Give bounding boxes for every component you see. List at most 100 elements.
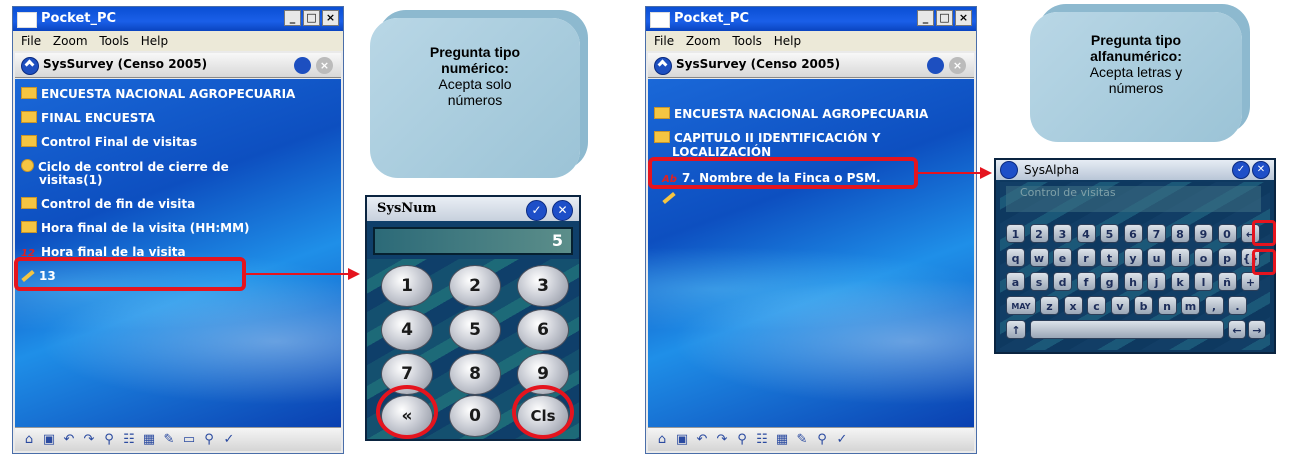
check-icon[interactable]: ✓: [221, 432, 237, 448]
key-row4-6[interactable]: n: [1157, 296, 1177, 315]
undo-icon[interactable]: ↶: [694, 432, 710, 448]
close-app-button[interactable]: ×: [316, 57, 333, 74]
key-row1-6[interactable]: 7: [1147, 224, 1166, 243]
check-icon[interactable]: ✓: [834, 432, 850, 448]
key-6[interactable]: 6: [517, 309, 569, 351]
hierarchy-icon[interactable]: ☷: [754, 432, 770, 448]
key-row3-4[interactable]: g: [1100, 272, 1119, 291]
text-input-field[interactable]: Control de visitas: [1006, 186, 1261, 212]
search-icon[interactable]: ⚲: [814, 432, 830, 448]
tree-item[interactable]: Control Final de visitas: [21, 135, 197, 149]
key-row3-9[interactable]: ñ: [1217, 272, 1237, 291]
ok-button[interactable]: [927, 57, 944, 74]
key-4[interactable]: 4: [381, 309, 433, 351]
key-row2-8[interactable]: o: [1194, 248, 1213, 267]
redo-icon[interactable]: ↷: [714, 432, 730, 448]
key-row4-3[interactable]: c: [1087, 296, 1106, 315]
cancel-button[interactable]: ✕: [1252, 161, 1270, 179]
tree-item[interactable]: Ciclo de control de cierre de: [21, 159, 229, 174]
key-row2-1[interactable]: w: [1029, 248, 1049, 267]
key-row2-6[interactable]: u: [1147, 248, 1166, 267]
menu-help[interactable]: Help: [141, 34, 168, 48]
tree-item[interactable]: FINAL ENCUESTA: [21, 111, 155, 125]
key-row3-5[interactable]: h: [1123, 272, 1143, 291]
tree-item[interactable]: Control de fin de visita: [21, 197, 195, 211]
key-row2-0[interactable]: q: [1006, 248, 1025, 267]
key-row2-5[interactable]: y: [1123, 248, 1143, 267]
key-row2-3[interactable]: r: [1076, 248, 1096, 267]
grid-icon[interactable]: ▦: [774, 432, 790, 448]
key-row2-2[interactable]: e: [1053, 248, 1072, 267]
tree-item[interactable]: ENCUESTA NACIONAL AGROPECUARIA: [654, 107, 928, 121]
folder-open-icon[interactable]: ▭: [181, 432, 197, 448]
edit-icon[interactable]: ✎: [161, 432, 177, 448]
key-row3-2[interactable]: d: [1053, 272, 1072, 291]
redo-icon[interactable]: ↷: [81, 432, 97, 448]
key-row4-1[interactable]: z: [1040, 296, 1059, 315]
key-row2-9[interactable]: p: [1217, 248, 1237, 267]
key-row5-3[interactable]: →: [1248, 320, 1266, 339]
edit-icon[interactable]: ✎: [794, 432, 810, 448]
key-row4-5[interactable]: b: [1134, 296, 1153, 315]
menu-file[interactable]: File: [21, 34, 41, 48]
menu-tools[interactable]: Tools: [732, 34, 762, 48]
menu-help[interactable]: Help: [774, 34, 801, 48]
key-row4-9[interactable]: .: [1228, 296, 1247, 315]
tree-item[interactable]: ENCUESTA NACIONAL AGROPECUARIA: [21, 87, 295, 101]
tree-icon[interactable]: ⚲: [101, 432, 117, 448]
menu-tools[interactable]: Tools: [99, 34, 129, 48]
save-icon[interactable]: ▣: [41, 432, 57, 448]
close-app-button[interactable]: ×: [949, 57, 966, 74]
key-row2-4[interactable]: t: [1100, 248, 1119, 267]
key-row4-8[interactable]: ,: [1204, 296, 1224, 315]
key-row1-9[interactable]: 0: [1217, 224, 1237, 243]
tree-item[interactable]: Hora final de la visita (HH:MM): [21, 221, 250, 235]
key-space[interactable]: [1030, 320, 1224, 339]
menu-zoom[interactable]: Zoom: [686, 34, 721, 48]
hierarchy-icon[interactable]: ☷: [121, 432, 137, 448]
home-icon[interactable]: ⌂: [654, 432, 670, 448]
tree-icon[interactable]: ⚲: [734, 432, 750, 448]
maximize-button[interactable]: □: [936, 10, 953, 26]
start-icon[interactable]: [654, 57, 672, 75]
tree-item[interactable]: CAPITULO II IDENTIFICACIÓN Y: [654, 131, 880, 145]
key-row2-7[interactable]: i: [1170, 248, 1190, 267]
accept-button[interactable]: ✓: [526, 200, 547, 221]
maximize-button[interactable]: □: [303, 10, 320, 26]
key-row3-7[interactable]: k: [1170, 272, 1190, 291]
start-icon[interactable]: [21, 57, 39, 75]
minimize-button[interactable]: _: [284, 10, 301, 26]
key-5[interactable]: 5: [449, 309, 501, 351]
key-row4-7[interactable]: m: [1181, 296, 1200, 315]
key-row3-0[interactable]: a: [1006, 272, 1025, 291]
key-2[interactable]: 2: [449, 265, 501, 307]
key-row4-2[interactable]: x: [1063, 296, 1083, 315]
minimize-button[interactable]: _: [917, 10, 934, 26]
key-row1-2[interactable]: 3: [1053, 224, 1072, 243]
key-row1-0[interactable]: 1: [1006, 224, 1025, 243]
key-3[interactable]: 3: [517, 265, 569, 307]
ok-button[interactable]: [294, 57, 311, 74]
key-row1-1[interactable]: 2: [1029, 224, 1049, 243]
key-row5-2[interactable]: ←: [1228, 320, 1246, 339]
key-8[interactable]: 8: [449, 353, 501, 395]
key-0[interactable]: 0: [449, 395, 501, 437]
key-row4-0[interactable]: MAY: [1006, 296, 1036, 315]
key-row3-8[interactable]: l: [1194, 272, 1213, 291]
key-row3-3[interactable]: f: [1076, 272, 1096, 291]
key-row5-0[interactable]: ↑: [1006, 320, 1026, 339]
key-row3-6[interactable]: j: [1147, 272, 1166, 291]
key-row1-8[interactable]: 9: [1194, 224, 1213, 243]
close-button[interactable]: ×: [955, 10, 972, 26]
key-row4-4[interactable]: v: [1110, 296, 1130, 315]
cancel-button[interactable]: ✕: [552, 200, 573, 221]
key-row1-4[interactable]: 5: [1100, 224, 1119, 243]
undo-icon[interactable]: ↶: [61, 432, 77, 448]
key-row1-3[interactable]: 4: [1076, 224, 1096, 243]
menu-zoom[interactable]: Zoom: [53, 34, 88, 48]
key-row1-7[interactable]: 8: [1170, 224, 1190, 243]
home-icon[interactable]: ⌂: [21, 432, 37, 448]
close-button[interactable]: ×: [322, 10, 339, 26]
key-1[interactable]: 1: [381, 265, 433, 307]
key-row3-1[interactable]: s: [1029, 272, 1049, 291]
